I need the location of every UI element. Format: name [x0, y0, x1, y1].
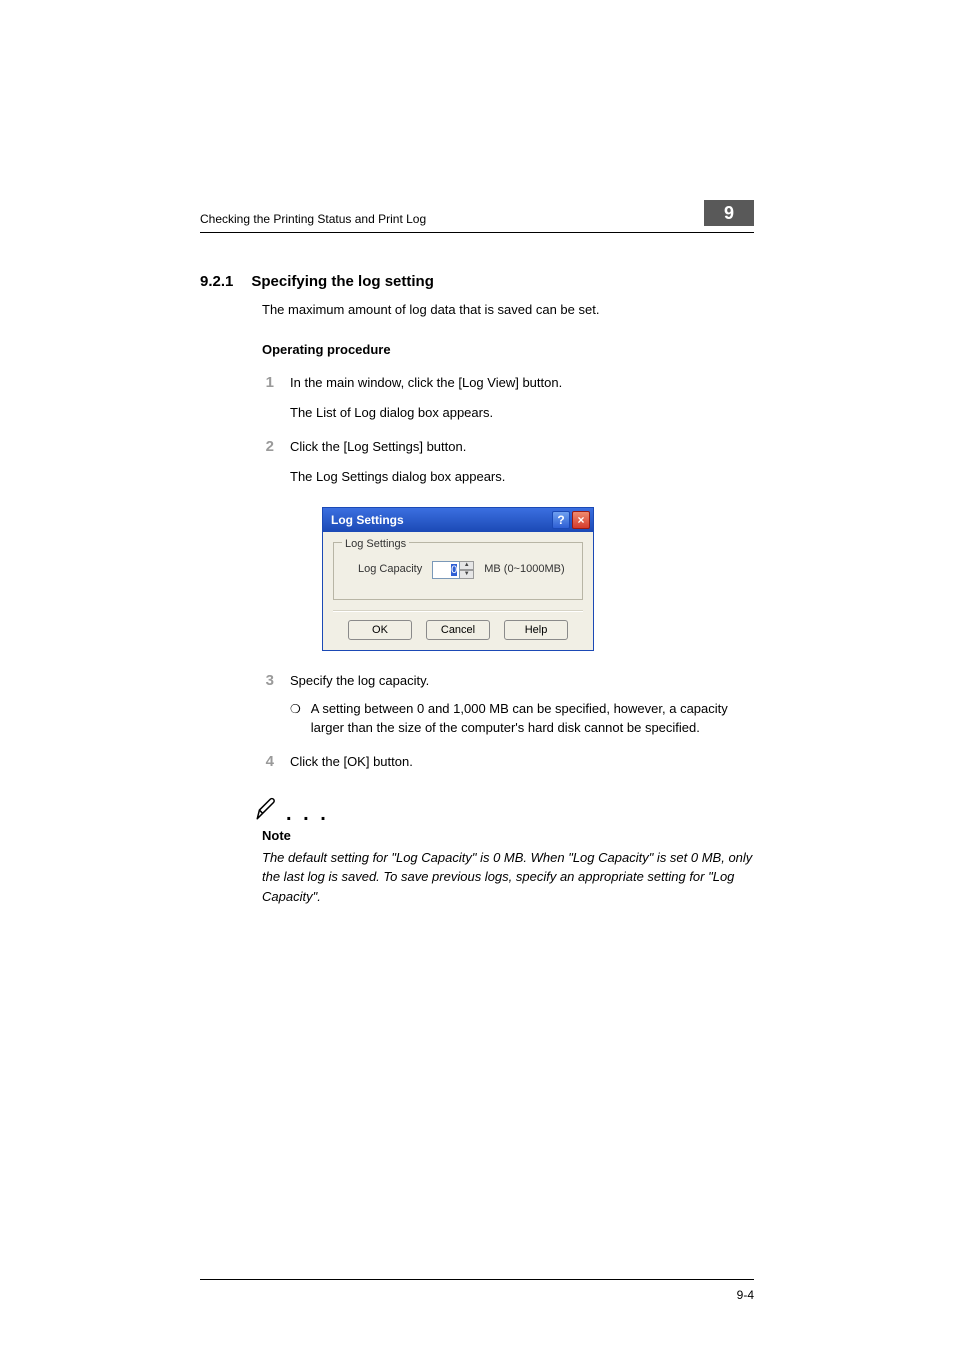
help-button[interactable]: Help	[504, 620, 568, 640]
step-text: Click the [OK] button.	[290, 752, 754, 772]
dialog-screenshot: Log Settings ? × Log Settings Log Capaci…	[322, 507, 754, 651]
bullet-text: A setting between 0 and 1,000 MB can be …	[311, 699, 754, 738]
step-1: 1 In the main window, click the [Log Vie…	[262, 373, 754, 393]
header-title: Checking the Printing Status and Print L…	[200, 212, 426, 226]
log-capacity-field: Log Capacity ▲ ▼ MB (0~1000MB)	[358, 561, 574, 579]
step-3: 3 Specify the log capacity.	[262, 671, 754, 691]
titlebar-buttons: ? ×	[552, 511, 590, 529]
dialog-title: Log Settings	[331, 511, 404, 529]
log-capacity-unit: MB (0~1000MB)	[484, 561, 564, 578]
step-number: 4	[262, 752, 274, 772]
body-column: The maximum amount of log data that is s…	[262, 300, 754, 906]
page-header: Checking the Printing Status and Print L…	[200, 200, 754, 233]
log-capacity-spinner[interactable]: ▲ ▼	[432, 561, 474, 579]
spin-up-icon[interactable]: ▲	[460, 561, 474, 570]
footer-rule	[200, 1279, 754, 1280]
note-icon-row: . . .	[254, 796, 754, 822]
step-number: 3	[262, 671, 274, 691]
step-3-bullet: ❍ A setting between 0 and 1,000 MB can b…	[290, 699, 754, 738]
step-number: 1	[262, 373, 274, 393]
step-text: Click the [Log Settings] button.	[290, 437, 754, 457]
bullet-glyph: ❍	[290, 699, 301, 738]
step-1-follow: The List of Log dialog box appears.	[290, 403, 754, 423]
step-2: 2 Click the [Log Settings] button.	[262, 437, 754, 457]
step-text: Specify the log capacity.	[290, 671, 754, 691]
note-label: Note	[262, 826, 754, 846]
cancel-button[interactable]: Cancel	[426, 620, 490, 640]
groupbox-legend: Log Settings	[342, 536, 409, 553]
step-number: 2	[262, 437, 274, 457]
page-number: 9-4	[737, 1288, 754, 1302]
page: Checking the Printing Status and Print L…	[0, 0, 954, 1350]
section-title: Specifying the log setting	[251, 273, 434, 290]
step-4: 4 Click the [OK] button.	[262, 752, 754, 772]
dialog-button-row: OK Cancel Help	[323, 620, 593, 650]
step-2-follow: The Log Settings dialog box appears.	[290, 467, 754, 487]
section-intro: The maximum amount of log data that is s…	[262, 300, 754, 320]
close-icon[interactable]: ×	[572, 511, 590, 529]
step-text: In the main window, click the [Log View]…	[290, 373, 754, 393]
spin-down-icon[interactable]: ▼	[460, 570, 474, 579]
spinner-controls: ▲ ▼	[460, 561, 474, 579]
log-settings-dialog: Log Settings ? × Log Settings Log Capaci…	[322, 507, 594, 651]
dialog-titlebar: Log Settings ? ×	[323, 508, 593, 532]
chapter-badge: 9	[704, 200, 754, 226]
section-number: 9.2.1	[200, 273, 233, 290]
section-heading: 9.2.1 Specifying the log setting	[200, 273, 754, 290]
log-capacity-label: Log Capacity	[358, 561, 422, 578]
note-dots: . . .	[286, 809, 329, 822]
log-capacity-input[interactable]	[432, 561, 460, 579]
dialog-separator	[333, 610, 583, 612]
help-icon[interactable]: ?	[552, 511, 570, 529]
ok-button[interactable]: OK	[348, 620, 412, 640]
log-settings-groupbox: Log Settings Log Capacity ▲ ▼ MB (0~1000…	[333, 542, 583, 600]
procedure-heading: Operating procedure	[262, 340, 754, 360]
pencil-icon	[254, 796, 280, 822]
note-body: The default setting for "Log Capacity" i…	[262, 848, 754, 907]
